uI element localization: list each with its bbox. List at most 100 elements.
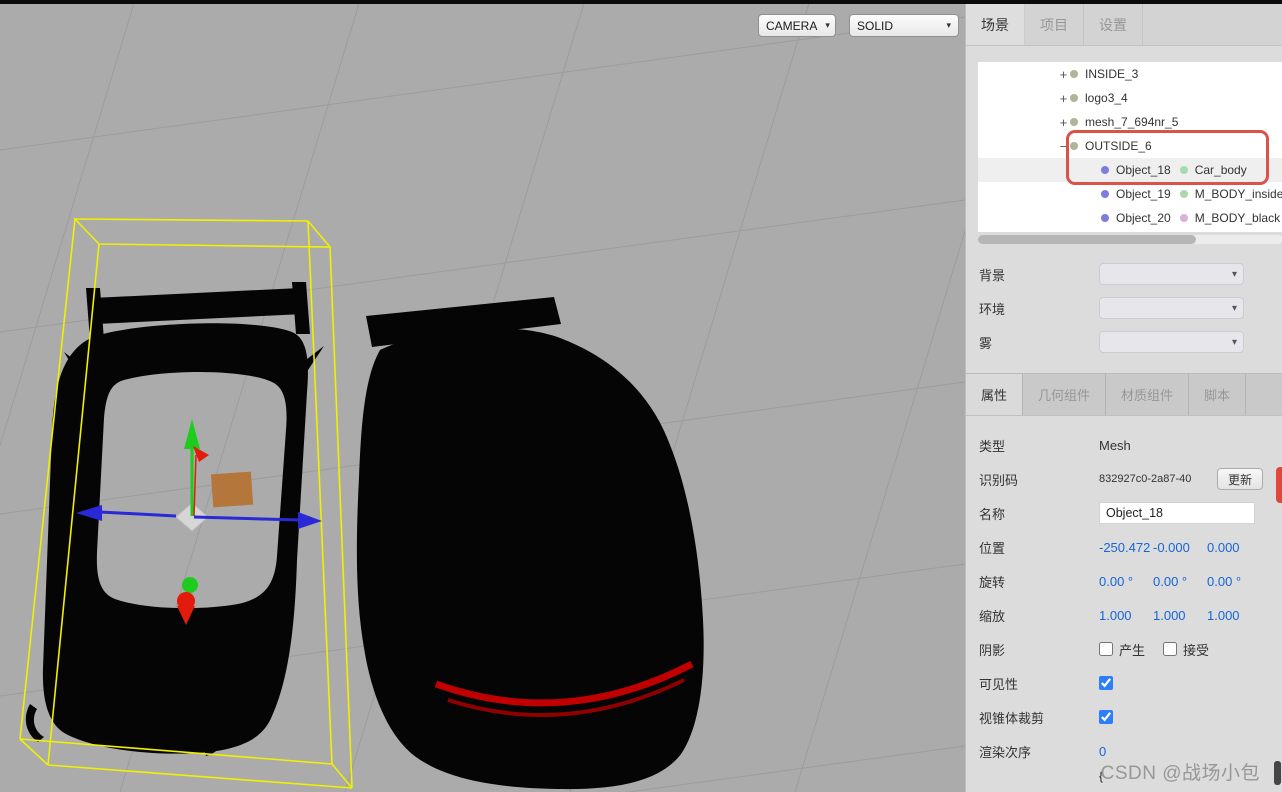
outliner-item-label: logo3_4	[1085, 91, 1128, 105]
expand-toggle[interactable]: +	[1057, 67, 1070, 82]
rotation-y-number[interactable]: 0.00 °	[1153, 574, 1207, 589]
chevron-down-icon: ▾	[825, 20, 830, 30]
outliner-item-label: Object_18	[1116, 163, 1171, 177]
mesh-type-dot-icon	[1101, 214, 1109, 222]
update-uuid-button[interactable]: 更新	[1217, 468, 1264, 490]
object-properties: 类型 Mesh 识别码 832927c0-2a87-40 更新 名称 位置 -2…	[966, 428, 1282, 784]
render-order-label: 渲染次序	[979, 744, 1032, 760]
outliner-row-outside6[interactable]: − OUTSIDE_6	[978, 134, 1282, 158]
visible-checkbox[interactable]	[1099, 676, 1113, 690]
camera-select[interactable]: CAMERA ▾	[758, 14, 836, 37]
object-type-dot-icon	[1070, 118, 1078, 126]
chevron-down-icon: ▾	[946, 20, 951, 30]
property-tabbar: 属性 几何组件 材质组件 脚本	[966, 373, 1282, 416]
name-label: 名称	[979, 506, 1006, 522]
viewport[interactable]: CAMERA ▾ SOLID ▾	[0, 4, 965, 792]
shadow-row: 阴影 产生 接受	[966, 632, 1282, 666]
background-select[interactable]: ▾	[1099, 263, 1244, 285]
rotation-x-number[interactable]: 0.00 °	[1099, 574, 1153, 589]
uuid-label: 识别码	[979, 472, 1019, 488]
outliner-row-logo3[interactable]: + logo3_4	[978, 86, 1282, 110]
outliner-material-label: M_BODY_inside	[1194, 187, 1282, 201]
tab-project[interactable]: 项目	[1025, 4, 1084, 45]
outliner-row-object19[interactable]: Object_19 M_BODY_inside	[978, 182, 1282, 206]
car-right	[356, 297, 704, 790]
shadow-cast-label: 产生	[1119, 642, 1146, 658]
position-z-number[interactable]: 0.000	[1207, 540, 1261, 555]
tab-label: 设置	[1099, 16, 1127, 33]
tab-settings[interactable]: 设置	[1084, 4, 1143, 45]
outliner-horizontal-scrollbar[interactable]	[978, 235, 1282, 244]
mesh-type-dot-icon	[1101, 166, 1109, 174]
frustum-cull-checkbox[interactable]	[1099, 710, 1113, 724]
tab-label: 几何组件	[1038, 388, 1091, 403]
uuid-value: 832927c0-2a87-40	[1099, 473, 1192, 485]
annotation-red-mark	[1276, 467, 1282, 503]
position-x-number[interactable]: -250.472	[1099, 540, 1153, 555]
frustum-cull-label: 视锥体裁剪	[979, 710, 1045, 726]
shading-select[interactable]: SOLID ▾	[849, 14, 959, 37]
scale-z-number[interactable]: 1.000	[1207, 608, 1261, 623]
tab-label: 材质组件	[1121, 388, 1174, 403]
viewport-canvas[interactable]	[0, 4, 965, 792]
object-type-dot-icon	[1070, 94, 1078, 102]
outliner-row-object20[interactable]: Object_20 M_BODY_black	[978, 206, 1282, 230]
window-top-edge	[0, 0, 1282, 4]
render-order-row: 渲染次序 0	[966, 734, 1282, 768]
vertical-scrollbar-thumb[interactable]	[1274, 761, 1281, 785]
material-dot-icon	[1179, 214, 1188, 222]
tab-material[interactable]: 材质组件	[1106, 374, 1190, 415]
frustum-row: 视锥体裁剪	[966, 700, 1282, 734]
outliner-item-label: OUTSIDE_6	[1085, 139, 1152, 153]
scale-x-number[interactable]: 1.000	[1099, 608, 1153, 623]
render-order-number[interactable]: 0	[1099, 744, 1153, 759]
outliner-item-label: Object_19	[1116, 187, 1171, 201]
background-row: 背景 ▾	[966, 257, 1282, 291]
name-input[interactable]	[1099, 502, 1255, 524]
chevron-down-icon: ▾	[1231, 302, 1237, 314]
tab-geometry[interactable]: 几何组件	[1023, 374, 1107, 415]
shadow-cast-checkbox[interactable]	[1099, 642, 1113, 656]
environment-select[interactable]: ▾	[1099, 297, 1244, 319]
collapse-toggle[interactable]: −	[1057, 139, 1070, 154]
outliner-item-label: INSIDE_3	[1085, 67, 1139, 81]
tab-label: 属性	[981, 388, 1008, 403]
outliner-material-label: Car_body	[1194, 163, 1247, 177]
scale-row: 缩放 1.000 1.000 1.000	[966, 598, 1282, 632]
position-row: 位置 -250.472 -0.000 0.000	[966, 530, 1282, 564]
tab-script[interactable]: 脚本	[1189, 374, 1247, 415]
outliner-row-object18[interactable]: Object_18 Car_body	[978, 158, 1282, 182]
shadow-label: 阴影	[979, 642, 1006, 658]
gizmo-green-ball	[182, 577, 198, 593]
background-label: 背景	[979, 267, 1006, 283]
fog-row: 雾 ▾	[966, 325, 1282, 359]
environment-row: 环境 ▾	[966, 291, 1282, 325]
rotation-row: 旋转 0.00 ° 0.00 ° 0.00 °	[966, 564, 1282, 598]
scale-label: 缩放	[979, 608, 1006, 624]
scale-y-number[interactable]: 1.000	[1153, 608, 1207, 623]
expand-toggle[interactable]: +	[1057, 91, 1070, 106]
shadow-receive-checkbox[interactable]	[1163, 642, 1178, 656]
type-row: 类型 Mesh	[966, 428, 1282, 462]
outliner-material-label: M_BODY_black	[1194, 211, 1281, 225]
material-dot-icon	[1179, 166, 1188, 174]
tab-object-properties[interactable]: 属性	[966, 374, 1024, 415]
outliner-row-inside3[interactable]: + INSIDE_3	[978, 62, 1282, 86]
object-type-dot-icon	[1070, 70, 1078, 78]
fog-select[interactable]: ▾	[1099, 331, 1244, 353]
rotation-label: 旋转	[979, 574, 1006, 590]
rotation-z-number[interactable]: 0.00 °	[1207, 574, 1261, 589]
outliner-item-label: mesh_7_694nr_5	[1085, 115, 1179, 129]
position-y-number[interactable]: -0.000	[1153, 540, 1207, 555]
visible-label: 可见性	[979, 676, 1019, 692]
scrollbar-thumb[interactable]	[978, 235, 1196, 244]
type-label: 类型	[979, 438, 1006, 454]
scene-outliner[interactable]: + INSIDE_3 + logo3_4 + mesh_7_694nr_5 − …	[978, 62, 1282, 232]
shadow-receive-label: 接受	[1183, 642, 1210, 658]
userdata-code-fragment: {	[1099, 769, 1104, 783]
scene-prop-box	[210, 471, 254, 508]
outliner-row-mesh7[interactable]: + mesh_7_694nr_5	[978, 110, 1282, 134]
expand-toggle[interactable]: +	[1057, 115, 1070, 130]
tab-scene[interactable]: 场景	[966, 4, 1025, 45]
outliner-item-label: Object_20	[1116, 211, 1171, 225]
